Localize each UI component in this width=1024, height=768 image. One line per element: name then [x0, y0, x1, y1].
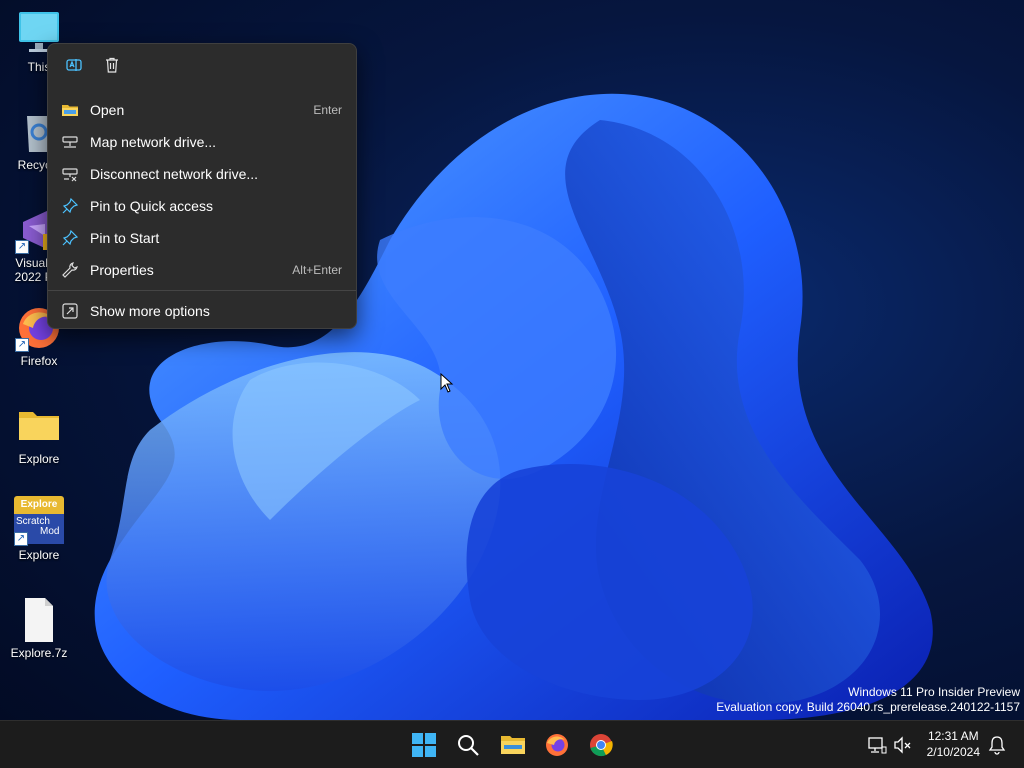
menu-item-accelerator: Enter: [313, 103, 342, 117]
rename-button[interactable]: [58, 51, 90, 83]
desktop-icon-explore-folder[interactable]: Explore: [2, 402, 76, 466]
context-menu-items: Open Enter Map network drive... Disconne…: [48, 90, 356, 331]
desktop-icon-label: Firefox: [20, 354, 58, 368]
evaluation-watermark: Windows 11 Pro Insider Preview Evaluatio…: [716, 685, 1020, 715]
menu-item-accelerator: Alt+Enter: [292, 263, 342, 277]
desktop-icon-label: Explore: [18, 452, 60, 466]
menu-item-label: Properties: [90, 262, 154, 278]
clock-date: 2/10/2024: [926, 745, 980, 759]
watermark-line1: Windows 11 Pro Insider Preview: [848, 685, 1020, 699]
search-icon: [458, 735, 479, 756]
shortcut-arrow-icon: ↗: [15, 240, 29, 254]
firefox-icon: [546, 734, 568, 756]
rename-icon: [65, 56, 83, 79]
firefox-taskbar-button[interactable]: [541, 729, 573, 761]
chrome-icon: [590, 734, 613, 757]
map-drive-icon: [61, 133, 79, 151]
network-icon[interactable]: [867, 735, 887, 755]
shortcut-arrow-icon: ↗: [14, 532, 28, 546]
chrome-taskbar-button[interactable]: [585, 729, 617, 761]
start-icon: [412, 733, 436, 757]
watermark-line2: Evaluation copy. Build 26040.rs_prerelea…: [716, 700, 1020, 714]
delete-button[interactable]: [96, 51, 128, 83]
mouse-cursor-icon: [440, 373, 454, 393]
menu-item-label: Open: [90, 102, 125, 118]
menu-separator: [48, 290, 356, 291]
menu-item-disconnect-network-drive[interactable]: Disconnect network drive...: [48, 158, 356, 190]
desktop-icon-label: Explore.7z: [10, 646, 68, 660]
disconnect-drive-icon: [61, 165, 79, 183]
open-folder-icon: [61, 101, 79, 119]
pin-icon: [61, 197, 79, 215]
menu-item-label: Disconnect network drive...: [90, 166, 259, 182]
desktop-icon-explore-scratch[interactable]: Explore Scratch Mod ↗ Explore: [2, 496, 76, 562]
folder-icon: [15, 402, 63, 450]
menu-item-label: Pin to Start: [90, 230, 160, 246]
menu-item-label: Show more options: [90, 303, 210, 319]
menu-item-pin-quick-access[interactable]: Pin to Quick access: [48, 190, 356, 222]
desktop-icon-label: Explore: [18, 548, 60, 562]
desktop-icon-explore-7z[interactable]: Explore.7z: [2, 596, 76, 660]
notification-bell-icon[interactable]: [987, 735, 1007, 755]
trash-icon: [103, 56, 121, 79]
more-options-icon: [61, 302, 79, 320]
menu-item-pin-start[interactable]: Pin to Start: [48, 222, 356, 254]
menu-item-open[interactable]: Open Enter: [48, 94, 356, 126]
clock-time: 12:31 AM: [927, 729, 979, 743]
menu-item-show-more-options[interactable]: Show more options: [48, 295, 356, 327]
menu-item-label: Map network drive...: [90, 134, 217, 150]
shortcut-arrow-icon: ↗: [15, 338, 29, 352]
menu-item-map-network-drive[interactable]: Map network drive...: [48, 126, 356, 158]
context-menu: Open Enter Map network drive... Disconne…: [47, 43, 357, 329]
pin-icon: [61, 229, 79, 247]
file-icon: [15, 596, 63, 644]
scratch-mod-icon: Explore Scratch Mod ↗: [14, 496, 64, 546]
system-clock[interactable]: 12:31 AM 2/10/2024: [927, 728, 980, 760]
taskbar: 12:31 AM 2/10/2024: [0, 720, 1024, 768]
wrench-icon: [61, 261, 79, 279]
volume-muted-icon[interactable]: [893, 735, 913, 755]
menu-item-label: Pin to Quick access: [90, 198, 213, 214]
menu-item-properties[interactable]: Properties Alt+Enter: [48, 254, 356, 286]
file-explorer-button[interactable]: [497, 729, 529, 761]
search-button[interactable]: [452, 729, 484, 761]
start-button[interactable]: [408, 729, 440, 761]
context-menu-toolbar: [48, 44, 356, 90]
file-explorer-icon: [501, 736, 525, 754]
